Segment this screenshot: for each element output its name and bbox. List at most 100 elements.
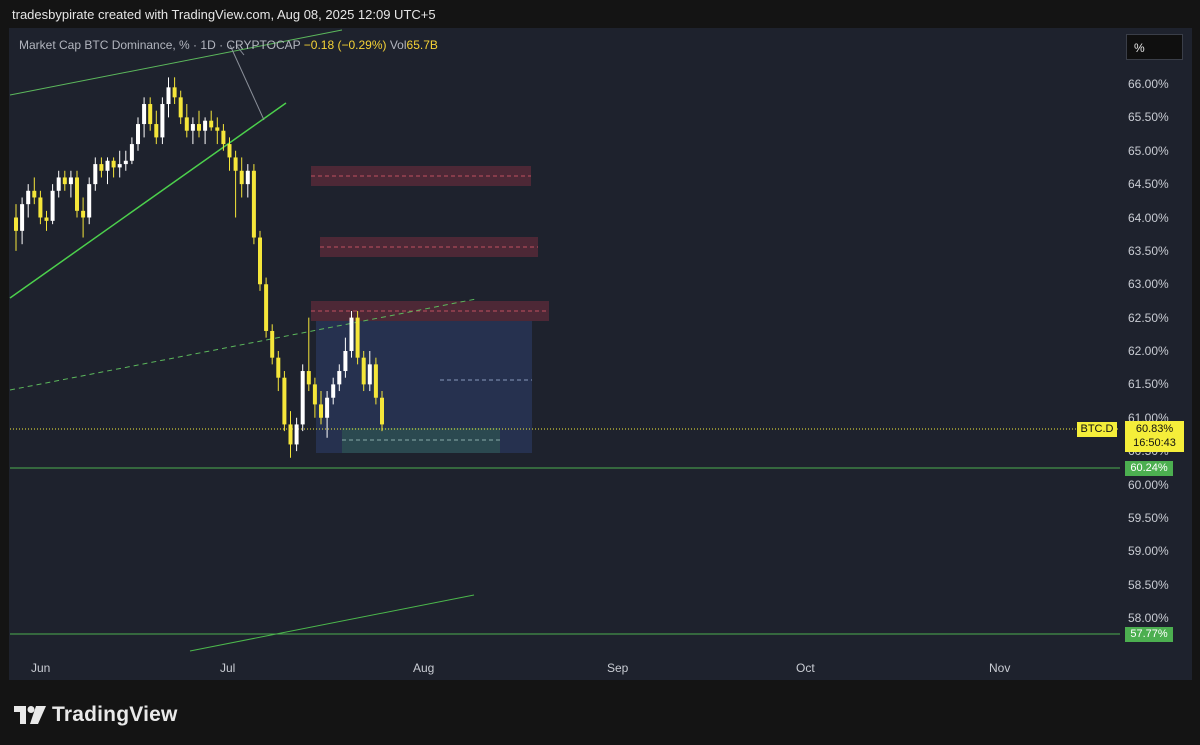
- price-change: −0.18 (−0.29%): [303, 38, 387, 52]
- y-tick-label: 61.50%: [1128, 377, 1169, 392]
- candle-body[interactable]: [294, 424, 299, 445]
- candle-body[interactable]: [331, 384, 336, 398]
- y-tick-label: 58.50%: [1128, 577, 1169, 592]
- candle-body[interactable]: [148, 104, 153, 125]
- y-tick-label: 65.00%: [1128, 143, 1169, 158]
- candle-body[interactable]: [93, 164, 98, 185]
- candle-body[interactable]: [50, 190, 55, 221]
- candle-body[interactable]: [62, 177, 67, 185]
- y-tick-label: 64.00%: [1128, 210, 1169, 225]
- chart-canvas[interactable]: [0, 0, 1200, 690]
- candle-body[interactable]: [44, 217, 49, 221]
- y-tick-label: 62.00%: [1128, 344, 1169, 358]
- x-tick-label: Nov: [989, 661, 1011, 675]
- x-tick-label: Jul: [220, 661, 236, 675]
- candle-body[interactable]: [26, 190, 31, 205]
- current-price-value: 60.83%: [1135, 423, 1174, 435]
- candle-body[interactable]: [142, 104, 147, 125]
- y-tick-label: 63.00%: [1128, 277, 1169, 292]
- candle-body[interactable]: [111, 160, 116, 168]
- candle-body[interactable]: [355, 317, 360, 358]
- candle-body[interactable]: [123, 160, 128, 165]
- candle-body[interactable]: [282, 377, 287, 425]
- candle-body[interactable]: [178, 97, 183, 118]
- candle-body[interactable]: [129, 144, 134, 161]
- y-tick-label: 59.50%: [1128, 510, 1169, 525]
- candle-body[interactable]: [288, 424, 293, 445]
- lower-trendline: [189, 594, 475, 652]
- footer-bar: [0, 688, 1200, 745]
- candle-body[interactable]: [319, 404, 323, 418]
- candle-body[interactable]: [312, 384, 317, 405]
- candle-body[interactable]: [343, 351, 348, 372]
- bar-countdown: 16:50:43: [1133, 437, 1176, 449]
- candle-body[interactable]: [154, 124, 159, 138]
- candle-body[interactable]: [221, 130, 226, 145]
- candle-body[interactable]: [227, 144, 232, 158]
- current-price-tag: 60.83% 16:50:43: [1125, 421, 1184, 452]
- y-tick-label: 60.00%: [1128, 477, 1169, 492]
- y-tick-label: 63.50%: [1128, 243, 1169, 258]
- candle-body[interactable]: [184, 117, 189, 131]
- candle-body[interactable]: [75, 177, 79, 211]
- candle-body[interactable]: [203, 120, 208, 131]
- x-tick-label: Sep: [607, 661, 629, 675]
- candle-body[interactable]: [56, 177, 61, 191]
- candle-body[interactable]: [264, 284, 269, 331]
- candle-body[interactable]: [166, 87, 171, 105]
- y-tick-label: 65.50%: [1128, 110, 1169, 125]
- candle-body[interactable]: [99, 164, 104, 171]
- candle-body[interactable]: [20, 204, 25, 231]
- candle-body[interactable]: [160, 104, 165, 138]
- x-tick-label: Oct: [796, 661, 815, 675]
- candle-body[interactable]: [136, 124, 140, 145]
- candle-body[interactable]: [14, 217, 18, 231]
- candle-body[interactable]: [276, 357, 281, 378]
- candle-body[interactable]: [337, 371, 342, 385]
- candle-body[interactable]: [367, 364, 372, 385]
- volume-value: 65.7B: [406, 38, 438, 52]
- candle-body[interactable]: [239, 170, 244, 185]
- resistance-zone-1: [311, 166, 531, 186]
- candle-body[interactable]: [373, 364, 378, 398]
- y-tick-label: 66.00%: [1128, 77, 1169, 91]
- level-tag-1: 60.24%: [1125, 461, 1173, 476]
- candle-body[interactable]: [32, 190, 37, 198]
- candle-body[interactable]: [197, 124, 201, 131]
- candle-body[interactable]: [270, 330, 275, 358]
- chart-legend: Market Cap BTC Dominance, % · 1D · CRYPT…: [19, 38, 438, 52]
- candle-body[interactable]: [117, 164, 122, 168]
- tradingview-logo-text: TradingView: [52, 703, 178, 726]
- candle-body[interactable]: [215, 127, 220, 131]
- candles-group: [14, 77, 384, 458]
- candle-body[interactable]: [105, 160, 110, 171]
- x-tick-label: Jun: [31, 661, 51, 675]
- candle-body[interactable]: [325, 397, 330, 418]
- candle-body[interactable]: [38, 197, 43, 218]
- candle-body[interactable]: [190, 124, 195, 131]
- candle-body[interactable]: [81, 210, 86, 218]
- level-tag-2: 57.77%: [1125, 627, 1173, 642]
- grey-projection-1: [229, 44, 265, 121]
- candle-body[interactable]: [68, 177, 73, 185]
- candle-body[interactable]: [87, 184, 92, 218]
- candle-body[interactable]: [380, 397, 384, 425]
- candle-body[interactable]: [306, 371, 311, 385]
- scale-mode-button[interactable]: %: [1126, 34, 1183, 60]
- candle-body[interactable]: [233, 157, 238, 171]
- y-tick-label: 62.50%: [1128, 310, 1169, 325]
- candle-body[interactable]: [300, 371, 305, 425]
- y-tick-label: 59.00%: [1128, 544, 1169, 559]
- x-tick-label: Aug: [413, 661, 435, 675]
- candle-body[interactable]: [245, 170, 250, 185]
- candle-body[interactable]: [172, 87, 177, 98]
- candle-body[interactable]: [349, 317, 354, 351]
- symbol-description: Market Cap BTC Dominance, % · 1D · CRYPT…: [19, 38, 301, 52]
- candle-body[interactable]: [258, 237, 262, 285]
- candle-body[interactable]: [251, 170, 256, 238]
- y-tick-label: 58.00%: [1128, 611, 1169, 625]
- y-tick-label: 64.50%: [1128, 177, 1169, 192]
- candle-body[interactable]: [209, 120, 214, 128]
- candle-body[interactable]: [361, 357, 366, 385]
- tradingview-logo[interactable]: TradingView: [14, 703, 178, 727]
